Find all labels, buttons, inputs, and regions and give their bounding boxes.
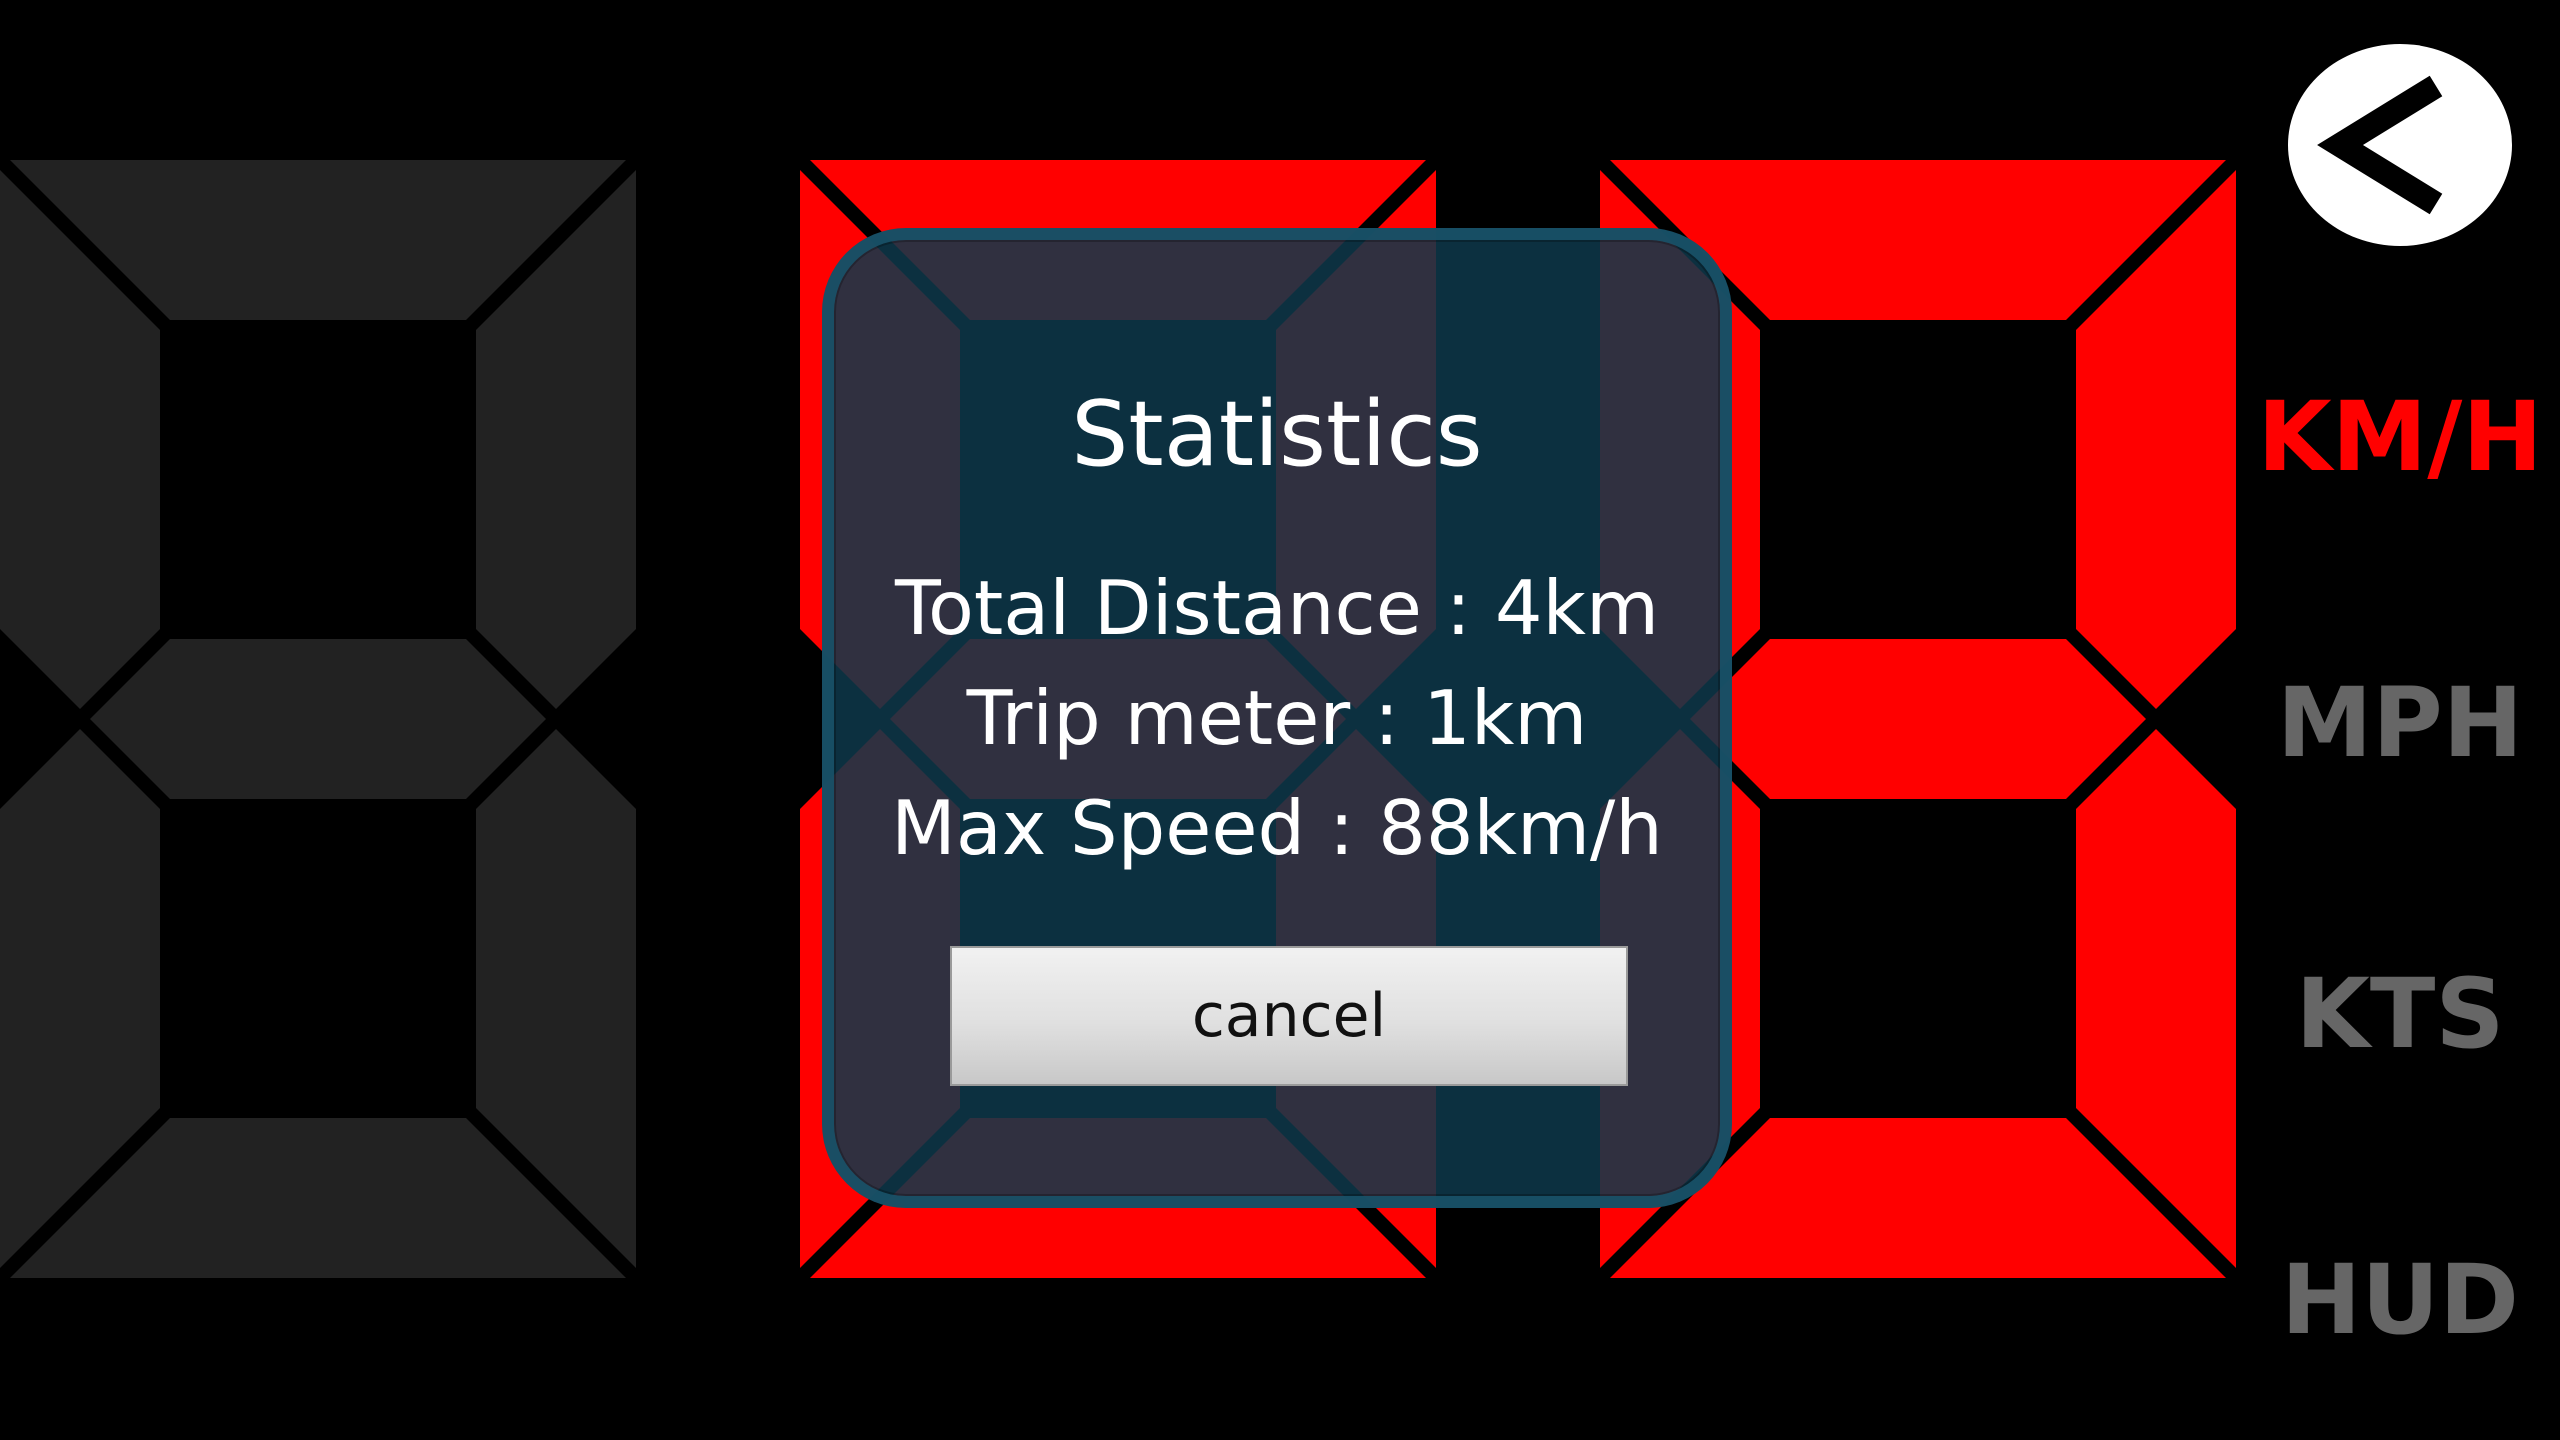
- unit-kts[interactable]: KTS: [2250, 959, 2550, 1069]
- chevron-left-icon: [2317, 75, 2443, 215]
- dialog-title: Statistics: [1071, 382, 1483, 487]
- back-button[interactable]: [2288, 44, 2512, 246]
- unit-kmh[interactable]: KM/H: [2250, 382, 2550, 492]
- cancel-button[interactable]: cancel: [950, 946, 1628, 1086]
- segment-g: [1690, 639, 2146, 799]
- trip-meter-text: Trip meter : 1km: [966, 674, 1588, 762]
- segment-g: [90, 639, 546, 799]
- unit-mph[interactable]: MPH: [2250, 668, 2550, 778]
- digit-1: [0, 160, 636, 1278]
- speedometer-screen: KM/H MPH KTS HUD Statistics Total Distan…: [0, 0, 2560, 1440]
- statistics-dialog: Statistics Total Distance : 4km Trip met…: [822, 228, 1732, 1208]
- unit-hud[interactable]: HUD: [2250, 1245, 2550, 1355]
- max-speed-text: Max Speed : 88km/h: [891, 784, 1663, 872]
- total-distance-text: Total Distance : 4km: [894, 564, 1660, 652]
